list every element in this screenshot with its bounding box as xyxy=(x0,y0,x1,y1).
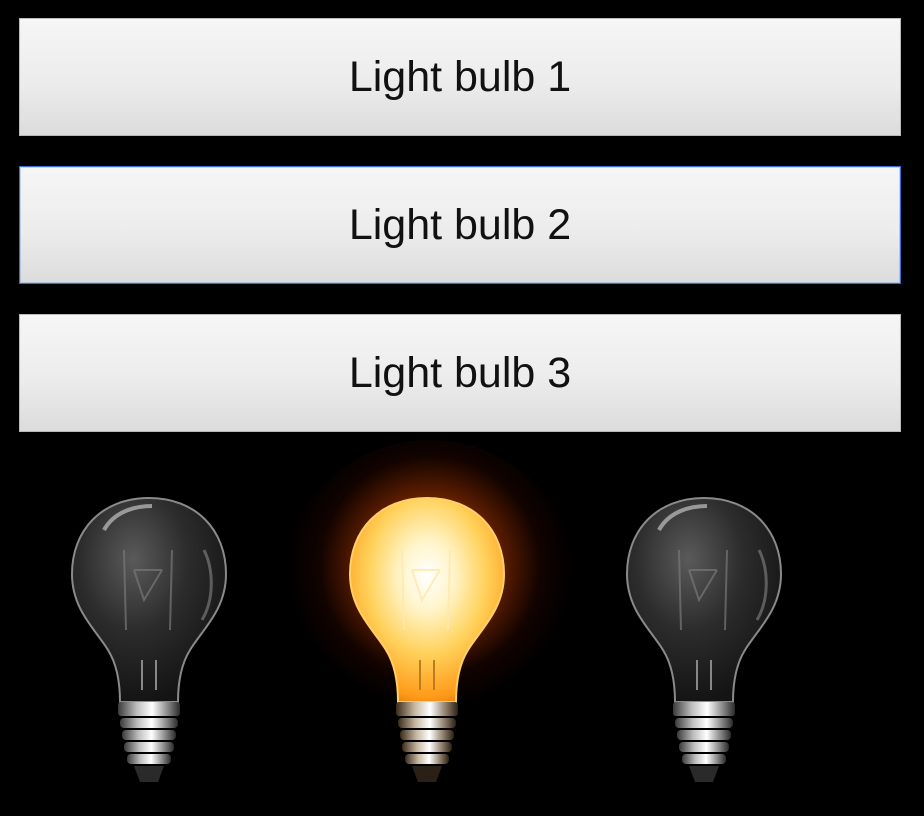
light-bulb-3-button[interactable]: Light bulb 3 xyxy=(19,314,901,432)
light-bulb-off-icon xyxy=(70,496,228,782)
light-bulb-off-icon xyxy=(625,496,783,782)
light-bulb-2-button[interactable]: Light bulb 2 xyxy=(19,166,901,284)
light-bulb-1-button[interactable]: Light bulb 1 xyxy=(19,18,901,136)
light-bulb-on-icon xyxy=(348,496,506,782)
